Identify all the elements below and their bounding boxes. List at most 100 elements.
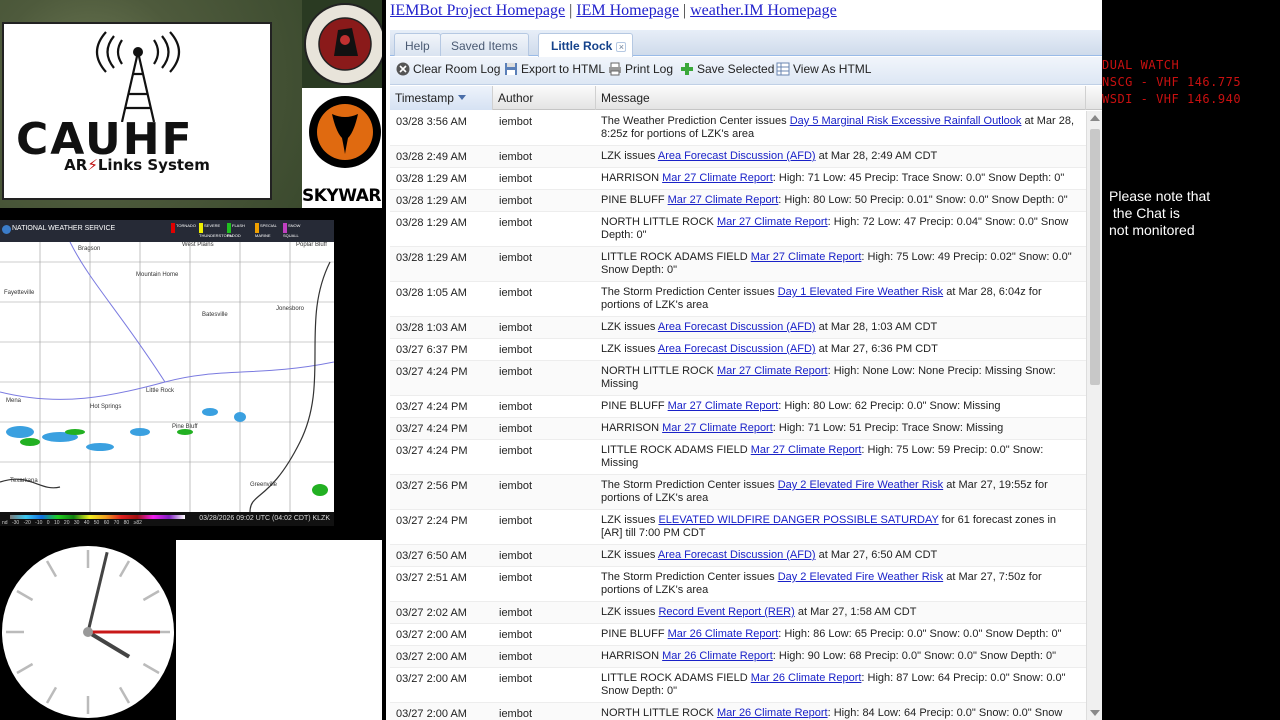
tab-help[interactable]: Help [394, 33, 441, 56]
row-author: iembot [499, 572, 533, 584]
message-link[interactable]: Mar 27 Climate Report [662, 172, 773, 184]
message-link[interactable]: Day 2 Elevated Fire Weather Risk [778, 571, 943, 583]
column-timestamp-header[interactable]: Timestamp [390, 86, 493, 110]
clock-panel [0, 540, 176, 720]
table-row[interactable]: 03/27 4:24 PM iembot HARRISON Mar 27 Clima… [390, 418, 1086, 440]
vertical-scrollbar[interactable] [1086, 111, 1102, 720]
link-separator: | [569, 2, 573, 19]
table-row[interactable]: 03/27 4:24 PM iembot NORTH LITTLE ROCK Mar… [390, 361, 1086, 396]
legend-tornado: TORNADO [170, 223, 198, 239]
message-prefix: HARRISON [601, 422, 663, 434]
legend-flash-flood: FLASH FLOOD [227, 223, 245, 238]
table-row[interactable]: 03/27 2:24 PM iembot LZK issues ELEVATED W… [390, 510, 1086, 545]
table-row[interactable]: 03/27 2:00 AM iembot LITTLE ROCK ADAMS FIE… [390, 668, 1086, 703]
tab-label: Saved Items [451, 39, 518, 53]
message-link[interactable]: Area Forecast Discussion (AFD) [658, 321, 816, 333]
table-row[interactable]: 03/27 2:00 AM iembot NORTH LITTLE ROCK Mar… [390, 703, 1086, 720]
message-link[interactable]: Mar 26 Climate Report [751, 672, 862, 684]
column-author-header[interactable]: Author [493, 86, 596, 110]
table-row[interactable]: 03/27 2:02 AM iembot LZK issues Record Eve… [390, 602, 1086, 624]
column-message-header[interactable]: Message [596, 86, 1086, 110]
iem-homepage-link[interactable]: IEM Homepage [576, 2, 679, 19]
message-link[interactable]: Mar 27 Climate Report [751, 444, 862, 456]
row-message: NORTH LITTLE ROCK Mar 27 Climate Report:… [601, 216, 1086, 242]
message-prefix: PINE BLUFF [601, 400, 668, 412]
cauhf-logo: CAUHF AR⚡Links System [2, 22, 272, 200]
row-timestamp: 03/27 2:51 AM [396, 572, 467, 584]
table-row[interactable]: 03/27 4:24 PM iembot LITTLE ROCK ADAMS FIE… [390, 440, 1086, 475]
row-timestamp: 03/27 6:37 PM [396, 344, 468, 356]
table-row[interactable]: 03/27 2:51 AM iembot The Storm Prediction … [390, 567, 1086, 602]
message-prefix: NORTH LITTLE ROCK [601, 216, 717, 228]
radar-map-lines [0, 242, 334, 512]
message-link[interactable]: Mar 26 Climate Report [668, 628, 779, 640]
row-author: iembot [499, 607, 533, 619]
row-author: iembot [499, 651, 533, 663]
weatherim-homepage-link[interactable]: weather.IM Homepage [690, 2, 837, 19]
message-link[interactable]: Day 1 Elevated Fire Weather Risk [778, 286, 943, 298]
save-selected-button[interactable]: Save Selected [680, 62, 774, 76]
row-message: HARRISON Mar 26 Climate Report: High: 90… [601, 650, 1086, 663]
message-link[interactable]: Mar 27 Climate Report [717, 365, 828, 377]
message-prefix: HARRISON [601, 650, 663, 662]
iembot-homepage-link[interactable]: IEMBot Project Homepage [390, 2, 565, 19]
row-author: iembot [499, 173, 533, 185]
town-label: Little Rock [146, 388, 175, 394]
message-link[interactable]: Mar 27 Climate Report [668, 194, 779, 206]
table-row[interactable]: 03/28 1:03 AM iembot LZK issues Area Forec… [390, 317, 1086, 339]
table-row[interactable]: 03/28 1:05 AM iembot The Storm Prediction … [390, 282, 1086, 317]
message-link[interactable]: Mar 27 Climate Report [668, 400, 779, 412]
message-link[interactable]: Record Event Report (RER) [658, 606, 794, 618]
message-link[interactable]: Day 2 Elevated Fire Weather Risk [778, 479, 943, 491]
message-link[interactable]: Area Forecast Discussion (AFD) [658, 150, 816, 162]
message-link[interactable]: Mar 26 Climate Report [662, 650, 773, 662]
message-link[interactable]: Area Forecast Discussion (AFD) [658, 549, 816, 561]
scroll-down-icon[interactable] [1090, 710, 1100, 716]
close-icon[interactable]: × [616, 42, 627, 52]
row-timestamp: 03/27 4:24 PM [396, 445, 468, 457]
table-row[interactable]: 03/28 1:29 AM iembot PINE BLUFF Mar 27 Cli… [390, 190, 1086, 212]
row-message: LITTLE ROCK ADAMS FIELD Mar 27 Climate R… [601, 444, 1086, 470]
message-link[interactable]: Mar 27 Climate Report [751, 251, 862, 263]
row-author: iembot [499, 322, 533, 334]
view-as-html-button[interactable]: View As HTML [776, 62, 871, 76]
table-row[interactable]: 03/27 4:24 PM iembot PINE BLUFF Mar 27 Cli… [390, 396, 1086, 418]
row-message: The Storm Prediction Center issues Day 1… [601, 286, 1086, 312]
message-link[interactable]: Area Forecast Discussion (AFD) [658, 343, 816, 355]
row-timestamp: 03/27 4:24 PM [396, 401, 468, 413]
message-link[interactable]: Mar 27 Climate Report [717, 216, 828, 228]
tab-little-rock[interactable]: Little Rock × [538, 33, 634, 57]
plus-icon [681, 63, 693, 75]
message-suffix: at Mar 27, 6:50 AM CDT [815, 549, 938, 561]
nws-logo-icon [2, 225, 11, 234]
tab-saved-items[interactable]: Saved Items [440, 33, 529, 56]
message-link[interactable]: Day 5 Marginal Risk Excessive Rainfall O… [790, 115, 1022, 127]
radar-header: NATIONAL WEATHER SERVICE TORNADO SEVERE … [0, 220, 334, 242]
column-label: Author [498, 91, 534, 105]
table-row[interactable]: 03/28 1:29 AM iembot NORTH LITTLE ROCK Mar… [390, 212, 1086, 247]
message-suffix: : High: 86 Low: 65 Precip: 0.0" Snow: 0.… [778, 628, 1062, 640]
message-link[interactable]: Mar 26 Climate Report [717, 707, 828, 719]
scroll-up-icon[interactable] [1090, 115, 1100, 121]
table-row[interactable]: 03/27 6:50 AM iembot LZK issues Area Forec… [390, 545, 1086, 567]
scrollbar-thumb[interactable] [1090, 129, 1100, 385]
chat-not-monitored-note: Please note that the Chat is not monitor… [1109, 188, 1211, 238]
print-log-button[interactable]: Print Log [608, 62, 673, 76]
table-row[interactable]: 03/28 1:29 AM iembot HARRISON Mar 27 Clima… [390, 168, 1086, 190]
message-link[interactable]: Mar 27 Climate Report [662, 422, 773, 434]
table-row[interactable]: 03/27 2:00 AM iembot HARRISON Mar 26 Clima… [390, 646, 1086, 668]
watch-frequency-2: WSDI - VHF 146.940 [1102, 92, 1242, 106]
row-message: PINE BLUFF Mar 27 Climate Report: High: … [601, 400, 1086, 413]
table-row[interactable]: 03/28 3:56 AM iembot The Weather Predictio… [390, 111, 1086, 146]
row-author: iembot [499, 252, 533, 264]
table-row[interactable]: 03/27 2:56 PM iembot The Storm Prediction … [390, 475, 1086, 510]
button-label: View As HTML [793, 62, 872, 76]
clear-room-log-button[interactable]: Clear Room Log [396, 62, 500, 76]
table-row[interactable]: 03/28 1:29 AM iembot LITTLE ROCK ADAMS FIE… [390, 247, 1086, 282]
message-link[interactable]: ELEVATED WILDFIRE DANGER POSSIBLE SATURD… [658, 514, 938, 526]
table-row[interactable]: 03/27 6:37 PM iembot LZK issues Area Forec… [390, 339, 1086, 361]
table-row[interactable]: 03/27 2:00 AM iembot PINE BLUFF Mar 26 Cli… [390, 624, 1086, 646]
export-html-button[interactable]: Export to HTML [504, 62, 605, 76]
radar-panel: NATIONAL WEATHER SERVICE TORNADO SEVERE … [0, 208, 390, 540]
table-row[interactable]: 03/28 2:49 AM iembot LZK issues Area Forec… [390, 146, 1086, 168]
